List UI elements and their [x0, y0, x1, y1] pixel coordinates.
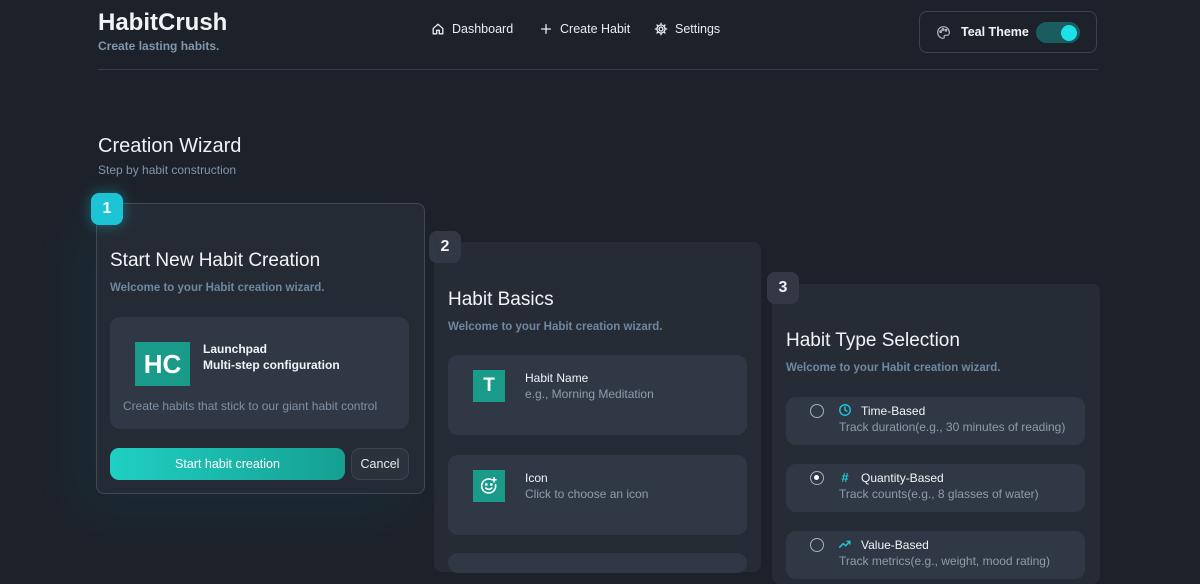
theme-label: Teal Theme [961, 25, 1029, 39]
cancel-button[interactable]: Cancel [351, 448, 409, 480]
value-based-description: Track metrics(e.g., weight, mood rating) [839, 554, 1050, 568]
value-based-radio[interactable] [810, 538, 824, 552]
next-field[interactable] [448, 553, 747, 573]
time-based-description: Track duration(e.g., 30 minutes of readi… [839, 420, 1066, 434]
quantity-based-radio[interactable] [810, 471, 824, 485]
app-tagline: Create lasting habits. [98, 39, 220, 53]
step-3-subtitle: Welcome to your Habit creation wizard. [786, 362, 1001, 374]
nav-dashboard[interactable]: Dashboard [431, 22, 513, 36]
toggle-knob [1061, 24, 1077, 41]
step-badge-3: 3 [767, 272, 799, 304]
palette-icon [937, 25, 950, 39]
quantity-based-description: Track counts(e.g., 8 glasses of water) [839, 487, 1039, 501]
header-divider [98, 69, 1098, 70]
nav-create-habit-label: Create Habit [560, 22, 631, 36]
option-quantity-based[interactable]: # Quantity-Based Track counts(e.g., 8 gl… [786, 464, 1085, 512]
theme-toggle[interactable] [1036, 22, 1080, 43]
start-habit-creation-button[interactable]: Start habit creation [110, 448, 345, 480]
launchpad-panel: HC Launchpad Multi-step configuration Cr… [110, 317, 409, 429]
launchpad-description: Create habits that stick to our giant ha… [123, 399, 378, 413]
step-1-subtitle: Welcome to your Habit creation wizard. [110, 282, 325, 294]
step-1-title: Start New Habit Creation [110, 250, 321, 271]
launchpad-name: Launchpad [203, 342, 268, 356]
section-subtitle: Step by habit construction [98, 163, 237, 177]
trend-up-icon [839, 540, 851, 548]
habit-name-placeholder: e.g., Morning Meditation [525, 387, 654, 401]
quantity-based-label: Quantity-Based [861, 471, 944, 485]
step-badge-2: 2 [429, 231, 461, 263]
launchpad-detail: Multi-step configuration [203, 358, 340, 372]
icon-picker-field[interactable]: Icon Click to choose an icon [448, 455, 747, 535]
time-based-label: Time-Based [861, 404, 926, 418]
clock-icon [839, 404, 851, 416]
plus-icon [540, 23, 552, 35]
theme-switcher: Teal Theme [919, 11, 1097, 53]
step-2-title: Habit Basics [448, 289, 554, 310]
launchpad-logo: HC [135, 342, 190, 386]
nav-create-habit[interactable]: Create Habit [539, 22, 630, 36]
icon-hint: Click to choose an icon [525, 487, 649, 501]
app-title: HabitCrush [98, 9, 228, 36]
step-3-title: Habit Type Selection [786, 330, 960, 351]
text-icon: T [473, 370, 505, 402]
icon-label: Icon [525, 471, 548, 485]
nav-settings-label: Settings [675, 22, 721, 36]
section-title: Creation Wizard [98, 135, 242, 157]
hash-icon: # [841, 469, 849, 485]
value-based-label: Value-Based [861, 538, 929, 552]
habit-name-label: Habit Name [525, 371, 589, 385]
option-value-based[interactable]: Value-Based Track metrics(e.g., weight, … [786, 531, 1085, 579]
step-badge-1: 1 [91, 193, 123, 225]
gear-icon [654, 22, 668, 36]
nav-dashboard-label: Dashboard [452, 22, 514, 36]
home-icon [432, 23, 444, 35]
nav-settings[interactable]: Settings [654, 22, 720, 36]
time-based-radio[interactable] [810, 404, 824, 418]
smiley-icon [473, 470, 505, 502]
habit-name-field[interactable]: T Habit Name e.g., Morning Meditation [448, 355, 747, 435]
step-2-subtitle: Welcome to your Habit creation wizard. [448, 321, 663, 333]
option-time-based[interactable]: Time-Based Track duration(e.g., 30 minut… [786, 397, 1085, 445]
